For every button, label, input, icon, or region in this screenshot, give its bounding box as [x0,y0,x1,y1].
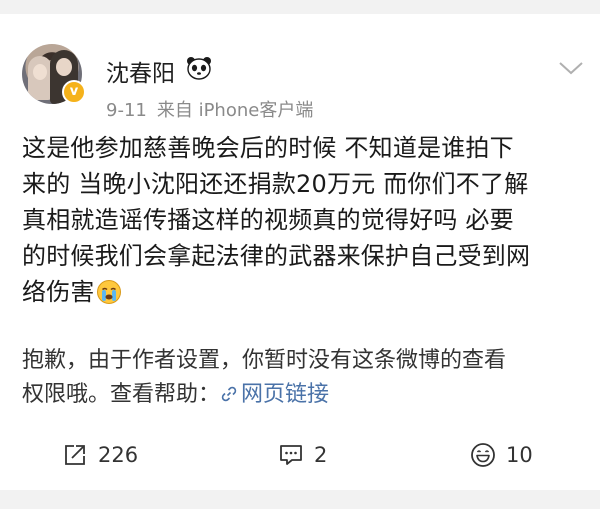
like-button[interactable]: 10 [470,440,533,470]
like-count: 10 [506,443,533,467]
post-line: 来的 当晚小沈阳还还捐款20万元 而你们不了解 [22,170,529,198]
post-time: 9-11 [106,100,147,121]
comment-button[interactable]: 2 [278,440,327,470]
repost-count: 226 [98,443,139,467]
crying-face-icon [96,280,121,304]
post-content: 这是他参加慈善晚会后的时候 不知道是谁拍下 来的 当晚小沈阳还还捐款20万元 而… [22,130,588,310]
notice-line: 抱歉，由于作者设置，你暂时没有这条微博的查看 [22,348,507,373]
smiley-like-icon [471,443,495,467]
post-line: 的时候我们会拿起法律的武器来保护自己受到网 [22,242,531,270]
web-link-label: 网页链接 [241,382,330,407]
weibo-post-card: v 沈春阳 9-11 来自 iPhone客户端 这是他参加慈善晚会后的时候 不知道… [0,14,600,490]
post-source: 来自 iPhone客户端 [156,100,314,121]
post-line: 真相就造谣传播这样的视频真的觉得好吗 必要 [22,206,514,234]
user-name[interactable]: 沈春阳 [106,54,175,88]
permission-notice: 抱歉，由于作者设置，你暂时没有这条微博的查看 权限哦。查看帮助： 网页链接 [22,344,588,412]
post-meta: 9-11 来自 iPhone客户端 [106,96,313,122]
notice-help-prefix: 权限哦。查看帮助： [22,382,221,407]
post-line-last: 络伤害 [22,274,588,310]
repost-button[interactable]: 226 [62,440,138,470]
post-line: 络伤害 [22,278,95,306]
repost-icon [65,445,85,465]
panda-icon [187,57,211,80]
notice-line-2: 权限哦。查看帮助： 网页链接 [22,378,588,412]
web-link[interactable]: 网页链接 [220,382,329,407]
action-bar: 226 2 10 [0,434,600,474]
verified-badge-icon: v [62,80,86,104]
comment-count: 2 [314,443,328,467]
post-line: 这是他参加慈善晚会后的时候 不知道是谁拍下 [22,134,514,162]
chevron-down-icon[interactable] [556,58,586,78]
comment-icon [280,445,302,465]
link-icon [221,386,237,402]
